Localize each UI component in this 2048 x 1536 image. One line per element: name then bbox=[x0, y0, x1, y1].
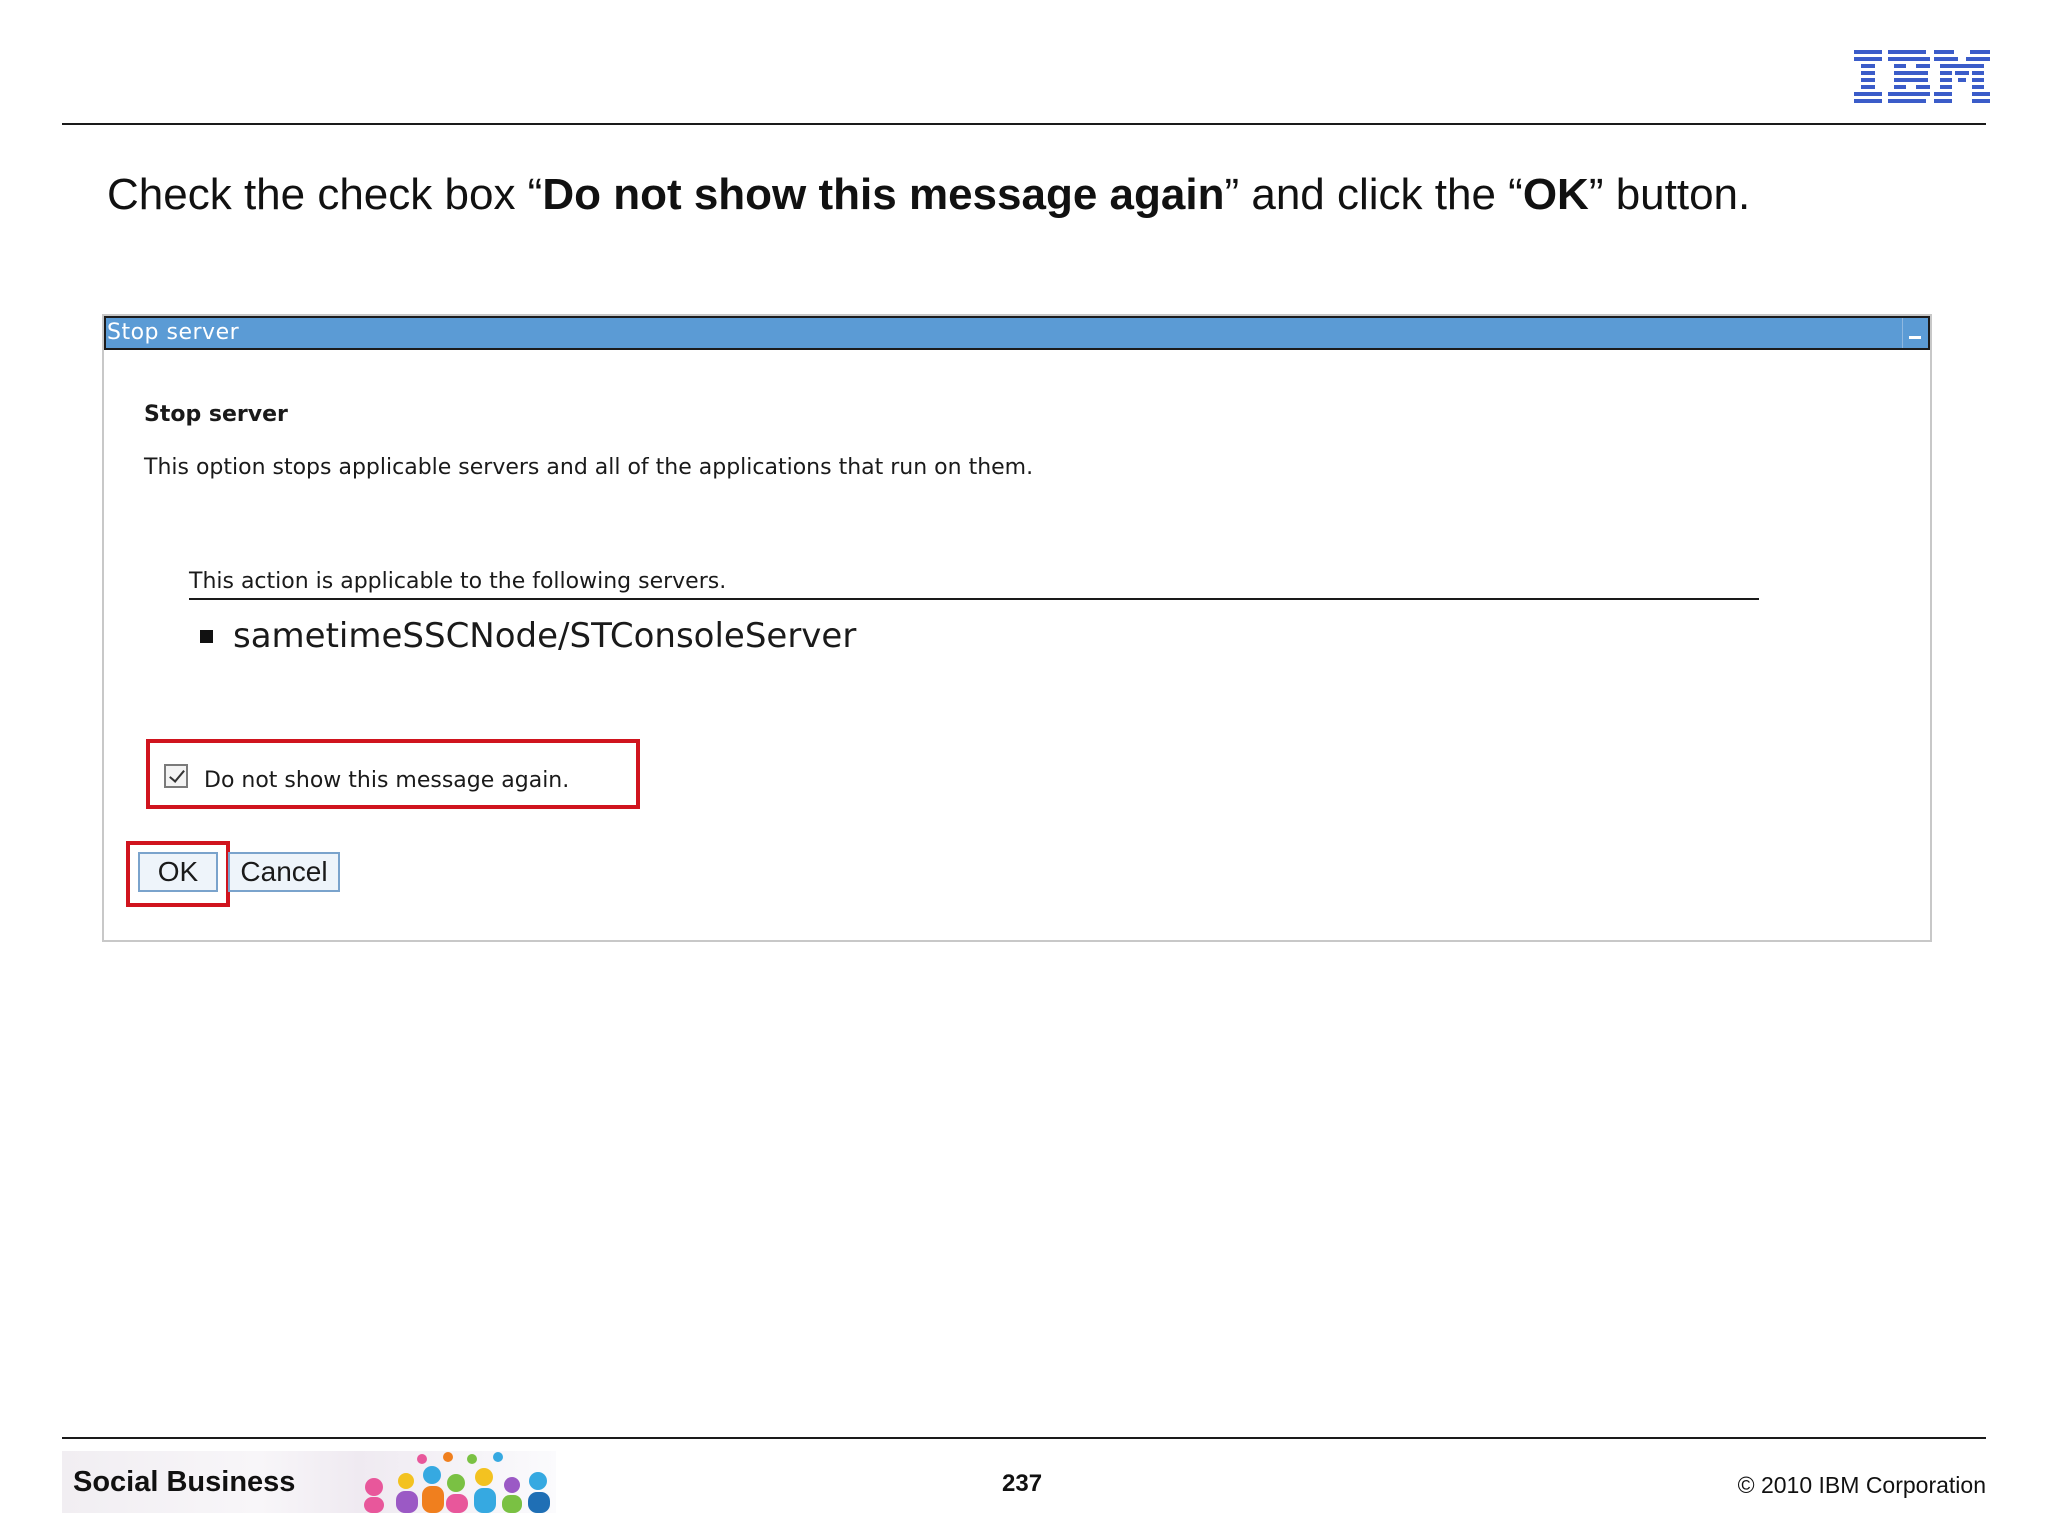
people-illustration bbox=[364, 1452, 550, 1513]
instruction-button-name: OK bbox=[1522, 170, 1589, 219]
copyright-notice: © 2010 IBM Corporation bbox=[1737, 1472, 1986, 1498]
applicable-servers-divider bbox=[189, 598, 1759, 600]
social-business-banner: Social Business bbox=[62, 1451, 556, 1513]
server-list: sametimeSSCNode/STConsoleServer bbox=[200, 616, 856, 656]
applicable-servers-label: This action is applicable to the followi… bbox=[189, 569, 727, 594]
collapse-icon[interactable] bbox=[1902, 318, 1928, 348]
bullet-icon bbox=[200, 629, 213, 643]
do-not-show-again-label[interactable]: Do not show this message again. bbox=[204, 768, 569, 793]
dialog-title: Stop server bbox=[107, 320, 240, 345]
cancel-button[interactable]: Cancel bbox=[228, 852, 340, 892]
header-divider bbox=[62, 123, 1986, 125]
page-number: 237 bbox=[1002, 1470, 1043, 1497]
instruction-part3: ” button. bbox=[1588, 170, 1751, 219]
server-name: sametimeSSCNode/STConsoleServer bbox=[233, 616, 857, 656]
stop-server-dialog: Stop server Stop server This option stop… bbox=[102, 314, 1932, 942]
list-item: sametimeSSCNode/STConsoleServer bbox=[200, 616, 856, 656]
instruction-text: Check the check box “Do not show this me… bbox=[107, 170, 1750, 220]
instruction-part1: Check the check box “ bbox=[107, 170, 543, 219]
ok-button[interactable]: OK bbox=[138, 852, 218, 892]
dialog-titlebar: Stop server bbox=[104, 316, 1930, 350]
footer-divider bbox=[62, 1437, 1986, 1439]
section-description: This option stops applicable servers and… bbox=[144, 455, 1034, 480]
instruction-checkbox-name: Do not show this message again bbox=[542, 170, 1225, 219]
instruction-part2: ” and click the “ bbox=[1224, 170, 1523, 219]
brand-label: Social Business bbox=[73, 1466, 296, 1498]
do-not-show-again-row[interactable]: Do not show this message again. bbox=[164, 758, 569, 793]
do-not-show-again-checkbox[interactable] bbox=[164, 763, 188, 788]
ibm-logo bbox=[1854, 50, 1990, 103]
section-heading: Stop server bbox=[144, 402, 288, 427]
